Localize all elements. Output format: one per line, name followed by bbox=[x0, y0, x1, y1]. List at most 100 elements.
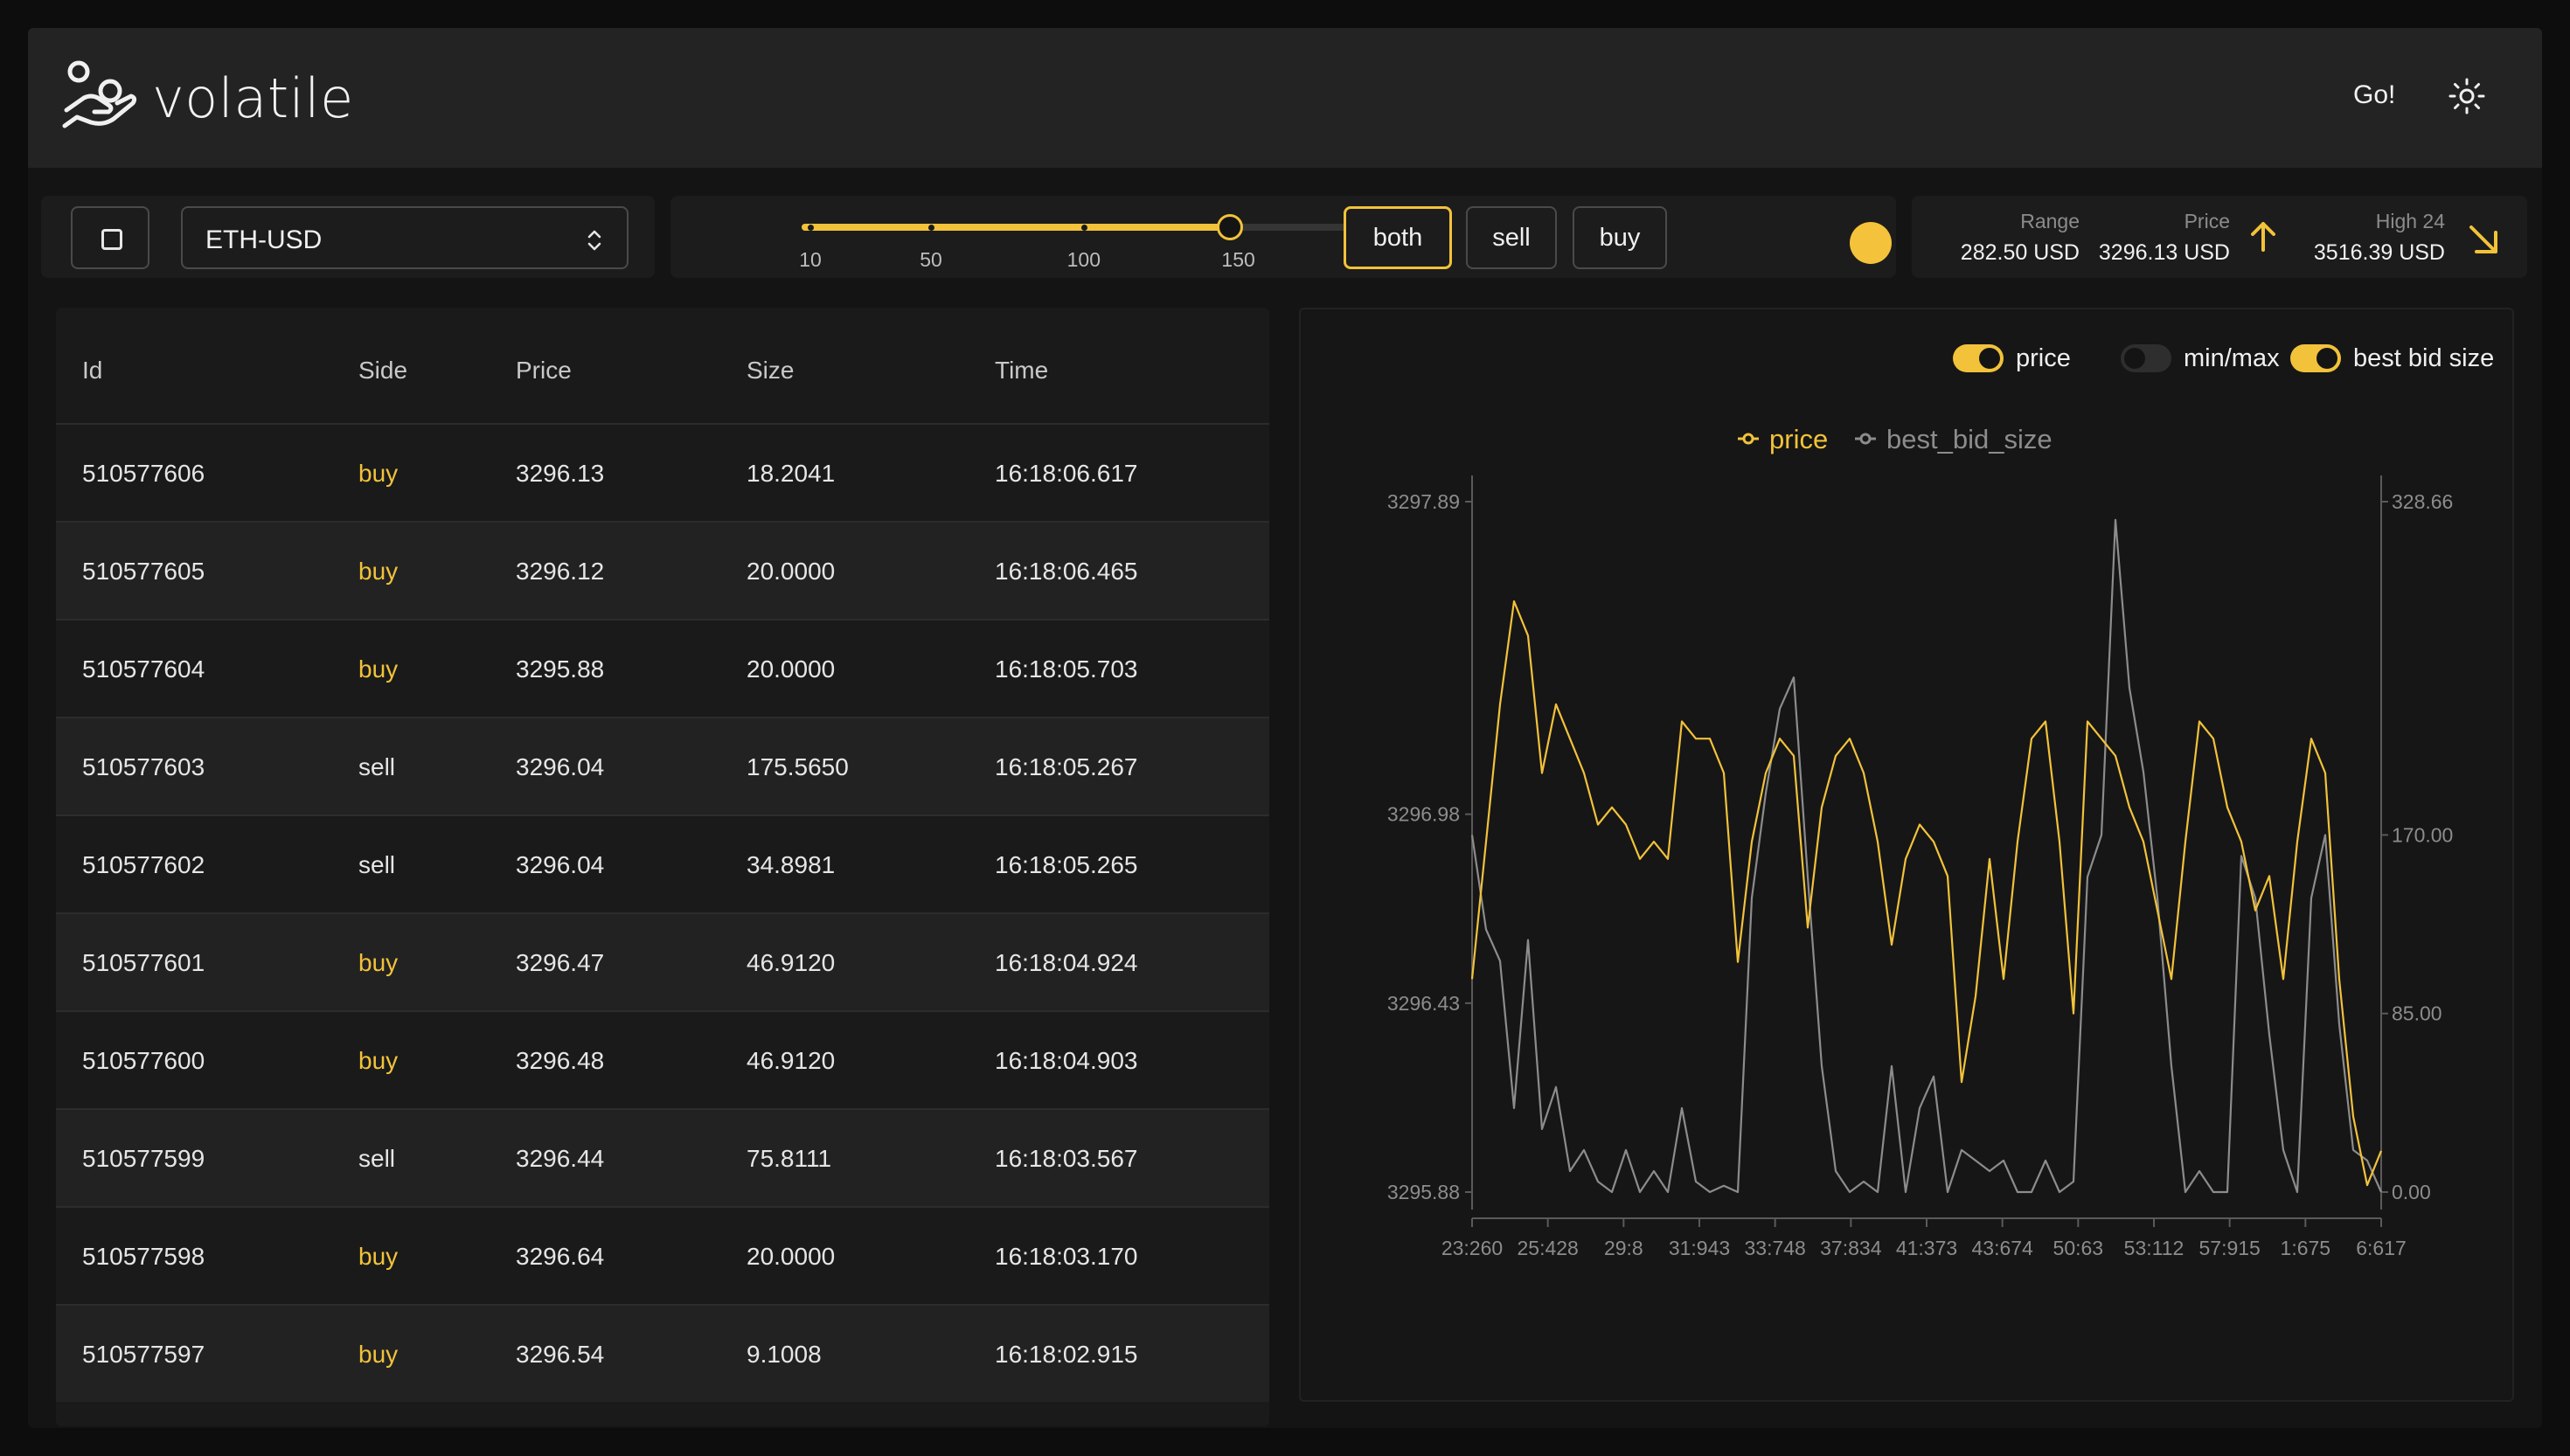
trades-table: Id Side Price Size Time 510577606 buy 3296… bbox=[56, 308, 1269, 1426]
legend-label-price: price bbox=[1769, 424, 1828, 454]
go-button[interactable]: Go! bbox=[2353, 80, 2395, 110]
app-title: volatile bbox=[152, 66, 354, 130]
trade-id-cell: 510577605 bbox=[82, 558, 205, 585]
y-left-tick-label: 3295.88 bbox=[1387, 1181, 1460, 1203]
trade-size-cell: 75.8111 bbox=[747, 1145, 832, 1172]
x-tick-label: 50:63 bbox=[2053, 1237, 2104, 1259]
slider-mark bbox=[808, 225, 814, 231]
x-tick-label: 41:373 bbox=[1896, 1237, 1957, 1259]
y-right-tick-label: 170.00 bbox=[2392, 823, 2453, 846]
app-header: volatile Go! bbox=[28, 28, 2542, 168]
legend-marker bbox=[1859, 433, 1872, 445]
table-row[interactable]: 510577605 buy 3296.12 20.0000 16:18:06.465 bbox=[56, 521, 1269, 619]
range-stat: Range 282.50 USD bbox=[1961, 210, 2080, 266]
high24-label: High 24 bbox=[2375, 210, 2445, 232]
table-row[interactable]: 510577606 buy 3296.13 18.2041 16:18:06.617 bbox=[56, 423, 1269, 521]
x-tick-label: 23:260 bbox=[1441, 1237, 1503, 1259]
trade-time-cell: 16:18:02.915 bbox=[995, 1341, 1138, 1368]
side-both-button[interactable]: both bbox=[1344, 206, 1452, 269]
price-chart: price best_bid_size 3297.89 3296.98 3296.43 3… bbox=[1387, 424, 2454, 1259]
trade-id-cell: 510577606 bbox=[82, 460, 205, 487]
x-tick-label: 37:834 bbox=[1820, 1237, 1882, 1259]
trade-id-cell: 510577602 bbox=[82, 851, 205, 878]
square-icon bbox=[101, 229, 122, 250]
slider-tick-label: 10 bbox=[799, 248, 822, 271]
slider-thumb[interactable] bbox=[1216, 214, 1243, 240]
x-tick-label: 31:943 bbox=[1669, 1237, 1730, 1259]
table-row[interactable]: 510577599 sell 3296.44 75.8111 16:18:03.567 bbox=[56, 1108, 1269, 1206]
pair-select-value: ETH-USD bbox=[205, 225, 323, 254]
table-row[interactable]: 510577598 buy 3296.64 20.0000 16:18:03.170 bbox=[56, 1206, 1269, 1304]
y-left-tick-label: 3296.43 bbox=[1387, 992, 1460, 1015]
trade-price-cell: 3296.04 bbox=[516, 851, 605, 878]
trade-time-cell: 16:18:05.267 bbox=[995, 753, 1138, 780]
table-row[interactable]: 510577597 buy 3296.54 9.1008 16:18:02.915 bbox=[56, 1304, 1269, 1402]
y-right-tick-label: 85.00 bbox=[2392, 1002, 2442, 1025]
x-tick-label: 25:428 bbox=[1517, 1237, 1578, 1259]
trade-size-cell: 20.0000 bbox=[747, 655, 836, 683]
trade-price-cell: 3296.44 bbox=[516, 1145, 605, 1172]
stop-button[interactable] bbox=[71, 206, 149, 269]
x-tick-label: 57:915 bbox=[2198, 1237, 2260, 1259]
trade-size-cell: 18.2041 bbox=[747, 460, 836, 487]
trade-time-cell: 16:18:06.465 bbox=[995, 558, 1138, 585]
trade-price-cell: 3296.47 bbox=[516, 949, 605, 976]
stats-panel: Range 282.50 USD Price 3296.13 USD High … bbox=[1912, 196, 2527, 278]
trade-size-cell: 46.9120 bbox=[747, 949, 836, 976]
trade-id-cell: 510577603 bbox=[82, 753, 205, 780]
trade-side-cell: buy bbox=[358, 460, 399, 487]
app-window: volatile Go! ETH-USD 10 50 100 150 both … bbox=[28, 28, 2542, 1428]
x-tick-label: 29:8 bbox=[1604, 1237, 1643, 1259]
slider-tick-label: 100 bbox=[1066, 248, 1101, 271]
trade-price-cell: 3296.04 bbox=[516, 753, 605, 780]
trade-id-cell: 510577598 bbox=[82, 1243, 205, 1270]
trade-time-cell: 16:18:05.265 bbox=[995, 851, 1138, 878]
high24-stat: High 24 3516.39 USD bbox=[2314, 210, 2445, 266]
x-tick-label: 33:748 bbox=[1744, 1237, 1805, 1259]
connection-status-indicator bbox=[1850, 222, 1892, 264]
trade-time-cell: 16:18:03.170 bbox=[995, 1243, 1138, 1270]
trade-size-cell: 9.1008 bbox=[747, 1341, 822, 1368]
trade-size-cell: 46.9120 bbox=[747, 1047, 836, 1074]
price-stat: Price 3296.13 USD bbox=[2099, 210, 2230, 266]
trade-price-cell: 3296.13 bbox=[516, 460, 605, 487]
price-value: 3296.13 USD bbox=[2098, 240, 2230, 265]
trade-price-cell: 3296.64 bbox=[516, 1243, 605, 1270]
pair-panel: ETH-USD bbox=[41, 196, 655, 278]
chevron-up-down-icon bbox=[587, 230, 601, 251]
trade-side-cell: buy bbox=[358, 1243, 399, 1270]
trade-id-cell: 510577597 bbox=[82, 1341, 205, 1368]
trade-price-cell: 3296.54 bbox=[516, 1341, 605, 1368]
slider-tick-label: 150 bbox=[1221, 248, 1255, 271]
slider-mark bbox=[1080, 225, 1087, 231]
table-row[interactable]: 510577600 buy 3296.48 46.9120 16:18:04.903 bbox=[56, 1010, 1269, 1108]
trade-size-cell: 20.0000 bbox=[747, 558, 836, 585]
y-left-tick-label: 3296.98 bbox=[1387, 803, 1460, 826]
column-header-time: Time bbox=[995, 357, 1049, 384]
table-row[interactable]: 510577603 sell 3296.04 175.5650 16:18:05.267 bbox=[56, 717, 1269, 815]
trade-size-cell: 20.0000 bbox=[747, 1243, 836, 1270]
pair-select[interactable]: ETH-USD bbox=[181, 206, 629, 269]
x-tick-label: 43:674 bbox=[1971, 1237, 2033, 1259]
trade-side-cell: sell bbox=[358, 753, 396, 780]
series-line-price bbox=[1470, 600, 2383, 1187]
table-row[interactable]: 510577602 sell 3296.04 34.8981 16:18:05.265 bbox=[56, 815, 1269, 912]
column-header-size: Size bbox=[747, 357, 795, 384]
trade-price-cell: 3296.12 bbox=[516, 558, 605, 585]
y-left-tick-label: 3297.89 bbox=[1387, 490, 1460, 513]
side-buy-button[interactable]: buy bbox=[1573, 206, 1667, 269]
arrow-up-icon bbox=[2251, 222, 2275, 252]
depth-slider[interactable]: 1050100150200 bbox=[799, 203, 1407, 273]
legend-label-best_bid_size: best_bid_size bbox=[1886, 424, 2053, 454]
table-row[interactable]: 510577604 buy 3295.88 20.0000 16:18:05.703 bbox=[56, 619, 1269, 717]
table-row[interactable]: 510577601 buy 3296.47 46.9120 16:18:04.924 bbox=[56, 912, 1269, 1010]
trade-price-cell: 3295.88 bbox=[516, 655, 605, 683]
column-header-price: Price bbox=[516, 357, 572, 384]
side-sell-button[interactable]: sell bbox=[1466, 206, 1557, 269]
x-tick-label: 1:675 bbox=[2281, 1237, 2331, 1259]
theme-toggle-sun-icon[interactable] bbox=[2448, 77, 2486, 115]
column-header-side: Side bbox=[358, 357, 408, 384]
trade-side-cell: buy bbox=[358, 949, 399, 976]
hand-coins-logo-icon bbox=[62, 60, 137, 128]
column-header-id: Id bbox=[82, 357, 103, 384]
